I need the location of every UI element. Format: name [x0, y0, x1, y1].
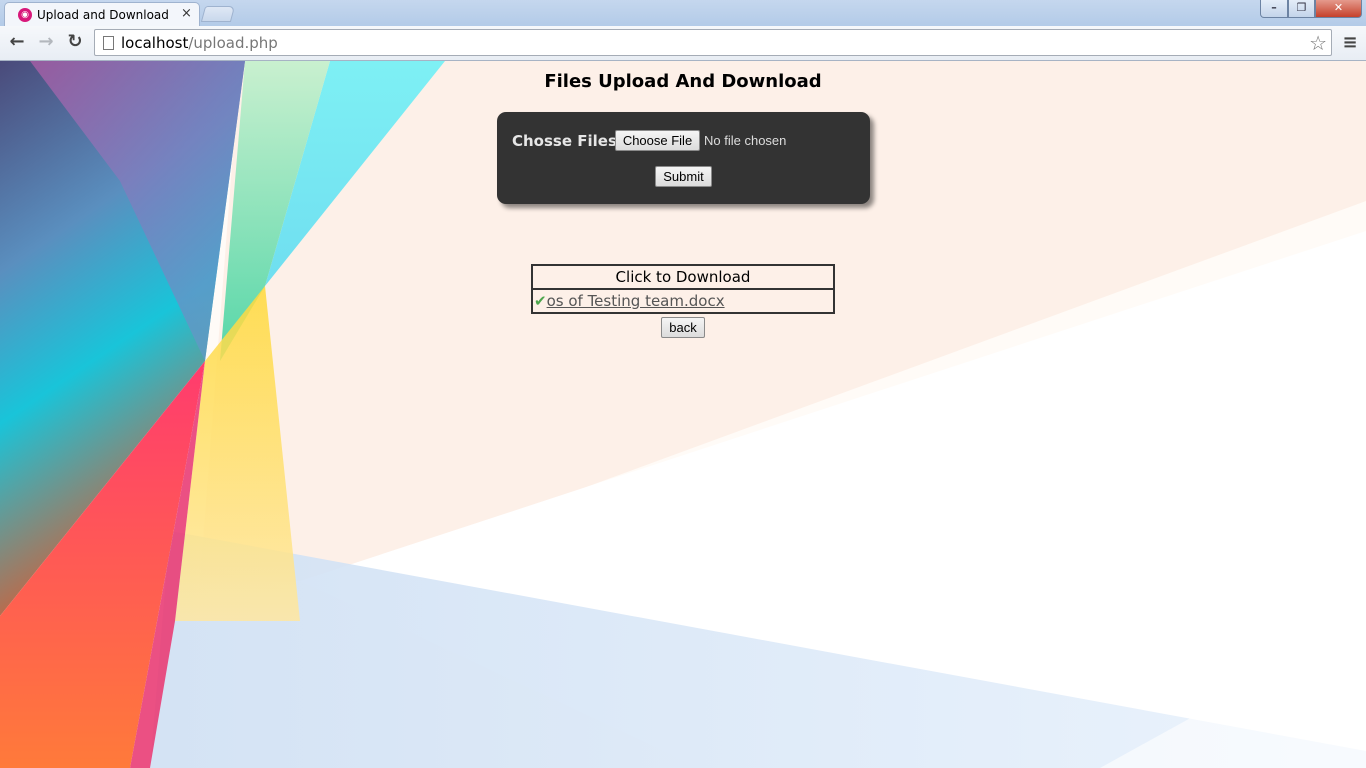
- reload-icon[interactable]: ↻: [64, 31, 86, 53]
- submit-button[interactable]: Submit: [655, 166, 712, 187]
- file-status-text: No file chosen: [704, 133, 787, 148]
- back-button[interactable]: back: [661, 317, 705, 338]
- url-path: /upload.php: [188, 34, 278, 52]
- file-cell: ✔os of Testing team.docx: [531, 288, 835, 314]
- url-host: localhost: [121, 34, 189, 52]
- bookmark-star-icon[interactable]: ☆: [1309, 31, 1327, 55]
- page-icon: [103, 36, 114, 50]
- tab-close-icon[interactable]: ×: [181, 6, 192, 22]
- file-download-link[interactable]: os of Testing team.docx: [547, 292, 725, 310]
- browser-menu-icon[interactable]: ≡: [1341, 32, 1359, 54]
- minimize-window-button[interactable]: –: [1260, 0, 1288, 18]
- choose-files-label: Chosse Files: [512, 132, 617, 150]
- browser-toolbar: ← → ↻ localhost/upload.php ☆ ≡: [0, 26, 1366, 61]
- browser-titlebar: ◉ Upload and Download × – ❐ ✕: [0, 0, 1366, 26]
- maximize-window-button[interactable]: ❐: [1288, 0, 1315, 18]
- page-title: Files Upload And Download: [544, 71, 822, 92]
- tab-title: Upload and Download: [37, 8, 169, 22]
- download-table: Click to Download ✔os of Testing team.do…: [531, 264, 835, 314]
- download-header: Click to Download: [531, 264, 835, 290]
- url-text[interactable]: localhost/upload.php: [121, 34, 278, 52]
- checkmark-icon: ✔: [534, 292, 547, 310]
- close-window-button[interactable]: ✕: [1315, 0, 1362, 18]
- page-viewport: Files Upload And Download Chosse Files C…: [0, 61, 1366, 768]
- choose-file-button[interactable]: Choose File: [615, 130, 700, 151]
- new-tab-button[interactable]: [200, 6, 236, 22]
- forward-arrow-icon[interactable]: →: [35, 31, 57, 53]
- table-header-row: Click to Download: [531, 264, 835, 290]
- back-arrow-icon[interactable]: ←: [6, 31, 28, 53]
- upload-form: Chosse Files Choose File No file chosen …: [497, 112, 870, 204]
- table-row: ✔os of Testing team.docx: [531, 288, 835, 314]
- address-bar[interactable]: localhost/upload.php ☆: [94, 29, 1332, 56]
- browser-tab[interactable]: ◉ Upload and Download ×: [4, 2, 200, 26]
- site-favicon-icon: ◉: [18, 8, 32, 22]
